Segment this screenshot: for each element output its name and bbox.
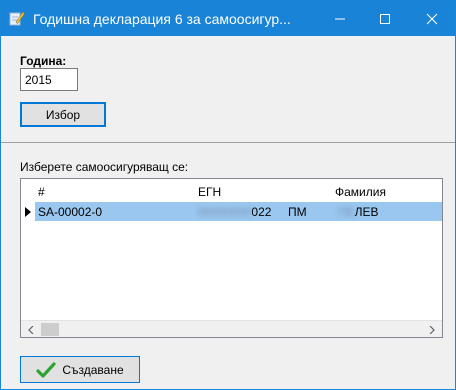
create-button[interactable]: Създаване (20, 356, 140, 383)
cell-egn-suffix: 022 (251, 205, 272, 219)
column-header-egn[interactable]: ЕГН (198, 185, 221, 199)
close-button[interactable] (409, 1, 455, 36)
minimize-button[interactable] (317, 1, 363, 36)
scrollbar-thumb[interactable] (41, 323, 59, 336)
cell-initials: ПМ (288, 205, 307, 219)
scroll-right-arrow-icon[interactable] (425, 324, 439, 335)
cell-surname-suffix: ЛЕВ (354, 205, 379, 219)
horizontal-scrollbar[interactable] (21, 320, 442, 337)
cell-surname: ПЕЛЕВ (338, 205, 379, 219)
app-window: Годишна декларация 6 за самоосигур... Го… (0, 0, 456, 390)
maximize-icon (380, 13, 390, 24)
app-pen-icon (9, 10, 25, 26)
current-row-indicator-icon (25, 207, 31, 217)
cell-egn: 00000000022 (198, 205, 271, 219)
select-button-label: Избор (45, 107, 81, 122)
checkmark-icon (36, 361, 56, 378)
cell-egn-redacted: 00000000 (198, 205, 252, 219)
choose-label: Изберете самоосигуряващ се: (20, 160, 189, 174)
create-button-label: Създаване (62, 362, 124, 377)
cell-id: SA-00002-0 (38, 205, 103, 219)
window-content: Година: Избор Изберете самоосигуряващ се… (1, 36, 455, 389)
self-insured-grid[interactable]: # ЕГН Фамилия SA-00002-0 00000000022 ПМ … (20, 178, 443, 338)
year-input[interactable] (20, 68, 78, 91)
column-header-surname[interactable]: Фамилия (335, 185, 386, 199)
title-bar[interactable]: Годишна декларация 6 за самоосигур... (1, 1, 455, 36)
grid-header: # ЕГН Фамилия (21, 179, 442, 201)
divider (1, 142, 455, 143)
year-label: Година: (20, 54, 67, 68)
select-button[interactable]: Избор (20, 102, 106, 127)
minimize-icon (335, 18, 345, 19)
cell-surname-redacted: ПЕ (338, 205, 355, 219)
window-title: Годишна декларация 6 за самоосигур... (33, 11, 291, 27)
close-icon (426, 13, 438, 24)
scroll-left-arrow-icon[interactable] (24, 324, 38, 335)
maximize-button[interactable] (362, 1, 408, 36)
table-row[interactable]: SA-00002-0 00000000022 ПМ ПЕЛЕВ (35, 202, 442, 221)
column-header-number[interactable]: # (38, 185, 45, 199)
